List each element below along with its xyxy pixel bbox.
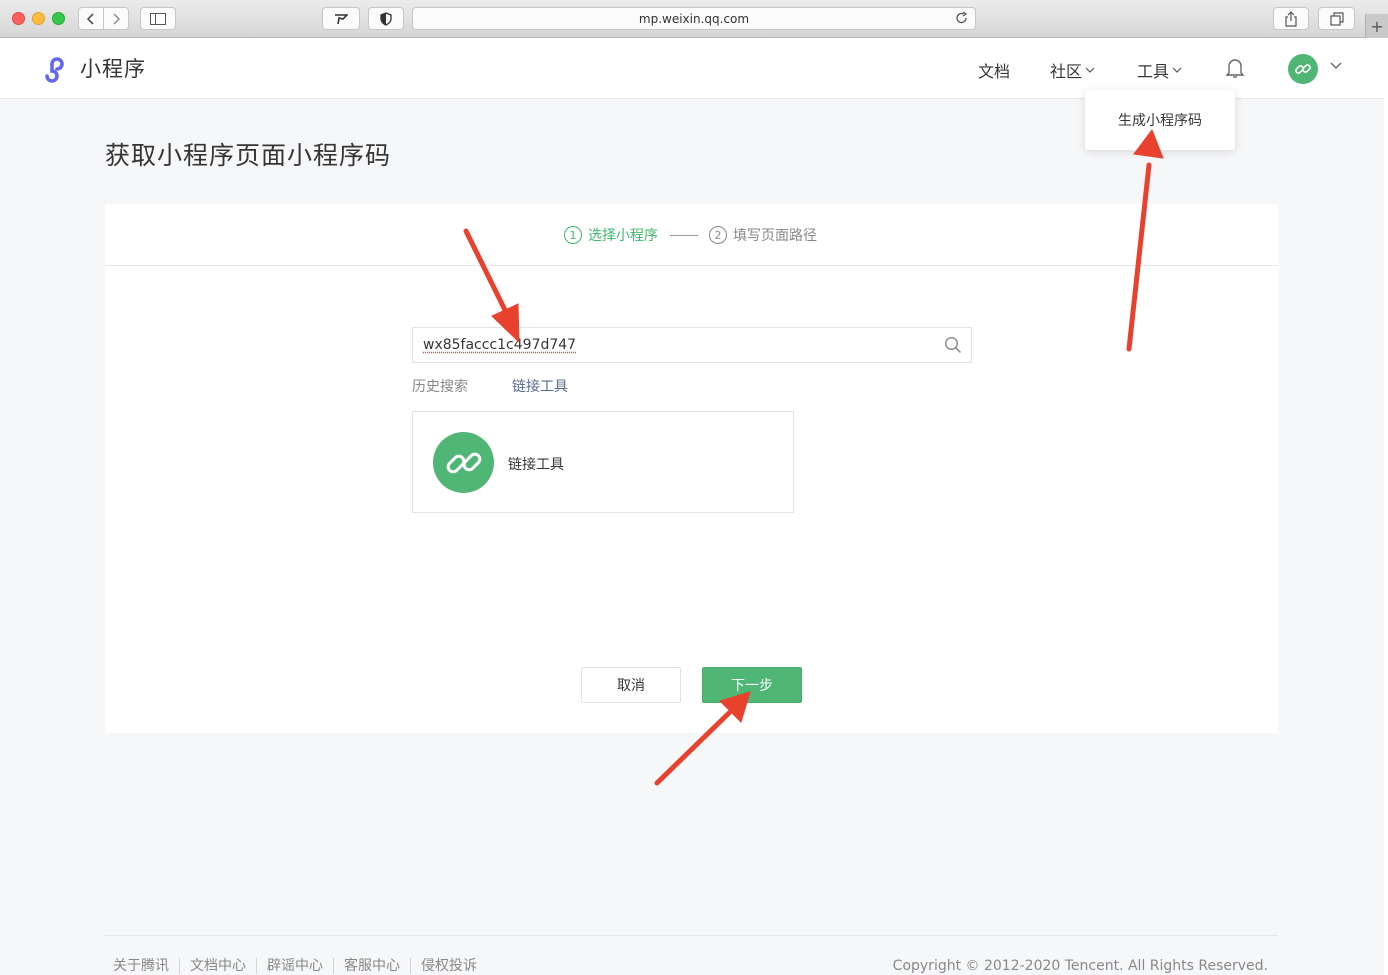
history-item-link-tool[interactable]: 链接工具 [512,376,568,396]
tools-dropdown-menu: 生成小程序码 [1085,90,1235,150]
bell-icon[interactable] [1225,57,1245,79]
share-icon [1285,10,1297,27]
search-icon[interactable] [944,336,962,354]
browser-toolbar: mp.weixin.qq.com + [0,0,1388,38]
footer-link-docs[interactable]: 文档中心 [179,958,256,974]
step-2-number: 2 [709,226,727,244]
sidebar-toggle-button[interactable] [140,7,176,30]
link-icon [1295,64,1311,74]
minimize-window-button[interactable] [32,12,45,25]
shield-icon [380,11,392,26]
miniprogram-logo-icon [45,57,64,83]
copyright-text: Copyright © 2012-2020 Tencent. All Right… [892,958,1268,974]
footer-divider [105,935,1278,936]
step-1-label: 选择小程序 [588,228,658,244]
tabs-icon [1329,11,1344,26]
chevron-down-icon[interactable] [1330,62,1342,70]
forward-button[interactable] [103,7,129,30]
nav-docs[interactable]: 文档 [978,58,1010,82]
logo-text: 小程序 [80,57,146,81]
privacy-button[interactable] [368,7,404,30]
step-divider [670,235,698,236]
step-1: 1 选择小程序 [564,225,658,245]
back-button[interactable] [78,7,104,30]
chevron-down-icon [1172,67,1182,73]
nav-community-label: 社区 [1050,62,1083,81]
page-title: 获取小程序页面小程序码 [105,141,392,170]
search-result-card[interactable]: 链接工具 [412,411,794,513]
step-2: 2 填写页面路径 [709,225,817,245]
avatar[interactable] [1288,54,1318,84]
nav-tools[interactable]: 工具 [1137,58,1182,82]
scrollbar-track[interactable] [1384,38,1388,975]
step-1-number: 1 [564,226,582,244]
footer-link-support[interactable]: 客服中心 [333,958,410,974]
nav-docs-label: 文档 [978,62,1011,81]
nav-community[interactable]: 社区 [1050,58,1095,82]
link-icon [446,452,481,473]
footer-link-about[interactable]: 关于腾讯 [113,958,179,974]
chevron-right-icon [113,12,121,25]
footer-link-rumor[interactable]: 辟谣中心 [256,958,333,974]
url-text: mp.weixin.qq.com [638,11,750,26]
history-search-label: 历史搜索 [412,379,468,395]
result-app-name: 链接工具 [508,457,564,473]
share-button[interactable] [1273,7,1309,30]
chevron-down-icon [1085,67,1095,73]
sidebar-icon [150,12,166,25]
extension-flag-icon [335,13,348,24]
zoom-window-button[interactable] [52,12,65,25]
main-card: 1 选择小程序 2 填写页面路径 wx85faccc1c497d747 历史搜索… [105,204,1278,733]
step-indicator: 1 选择小程序 2 填写页面路径 [105,204,1278,266]
footer-links: 关于腾讯 文档中心 辟谣中心 客服中心 侵权投诉 [113,958,487,974]
menu-item-generate-code[interactable]: 生成小程序码 [1118,110,1202,130]
address-bar[interactable]: mp.weixin.qq.com [412,7,976,30]
nav-tools-label: 工具 [1137,62,1170,81]
chevron-left-icon [86,12,94,25]
result-app-icon [433,432,494,493]
extension-button[interactable] [322,7,360,30]
tab-overview-button[interactable] [1318,7,1355,30]
logo[interactable]: 小程序 [38,52,146,84]
cancel-button[interactable]: 取消 [581,667,681,703]
search-input-value: wx85faccc1c497d747 [423,337,577,353]
step-2-label: 填写页面路径 [733,228,817,244]
new-tab-button[interactable]: + [1365,14,1388,38]
appid-search-input[interactable]: wx85faccc1c497d747 [412,327,972,363]
footer-link-complaint[interactable]: 侵权投诉 [410,958,487,974]
next-step-button[interactable]: 下一步 [702,667,802,703]
close-window-button[interactable] [12,12,25,25]
reload-icon[interactable] [955,11,969,25]
